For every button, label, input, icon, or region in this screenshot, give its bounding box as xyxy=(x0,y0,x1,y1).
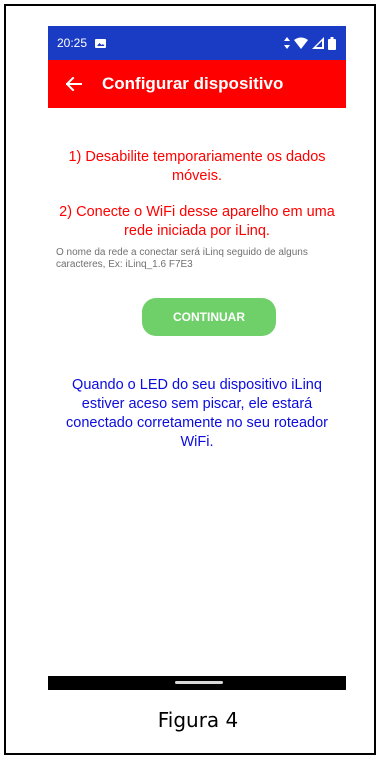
phone-screen: 20:25 Configurar dispositivo 1) Desabili… xyxy=(48,26,346,690)
page-title: Configurar dispositivo xyxy=(102,74,284,93)
image-notification-icon xyxy=(95,38,107,48)
instruction-step-1: 1) Desabilite temporariamente os dados m… xyxy=(68,149,326,184)
figure-frame: 20:25 Configurar dispositivo 1) Desabili… xyxy=(4,4,376,755)
battery-icon xyxy=(328,36,336,50)
back-arrow-icon[interactable] xyxy=(64,74,84,94)
continue-button[interactable]: CONTINUAR xyxy=(142,298,276,336)
main-content: 1) Desabilite temporariamente os dados m… xyxy=(48,108,346,676)
figure-caption: Figura 4 xyxy=(157,708,239,732)
data-arrows-icon xyxy=(284,37,290,49)
signal-icon xyxy=(312,37,324,49)
navigation-bar xyxy=(48,676,346,690)
home-gesture-handle[interactable] xyxy=(175,681,223,684)
network-name-note: O nome da rede a conectar será iLinq seg… xyxy=(56,247,308,270)
status-bar: 20:25 xyxy=(48,26,346,60)
status-time: 20:25 xyxy=(57,36,88,50)
status-icons xyxy=(284,36,336,50)
app-bar: Configurar dispositivo xyxy=(48,60,346,108)
wifi-icon xyxy=(294,37,308,49)
instruction-step-2: 2) Conecte o WiFi desse aparelho em uma … xyxy=(59,204,335,239)
led-info-text: Quando o LED do seu dispositivo iLinq es… xyxy=(66,377,328,450)
